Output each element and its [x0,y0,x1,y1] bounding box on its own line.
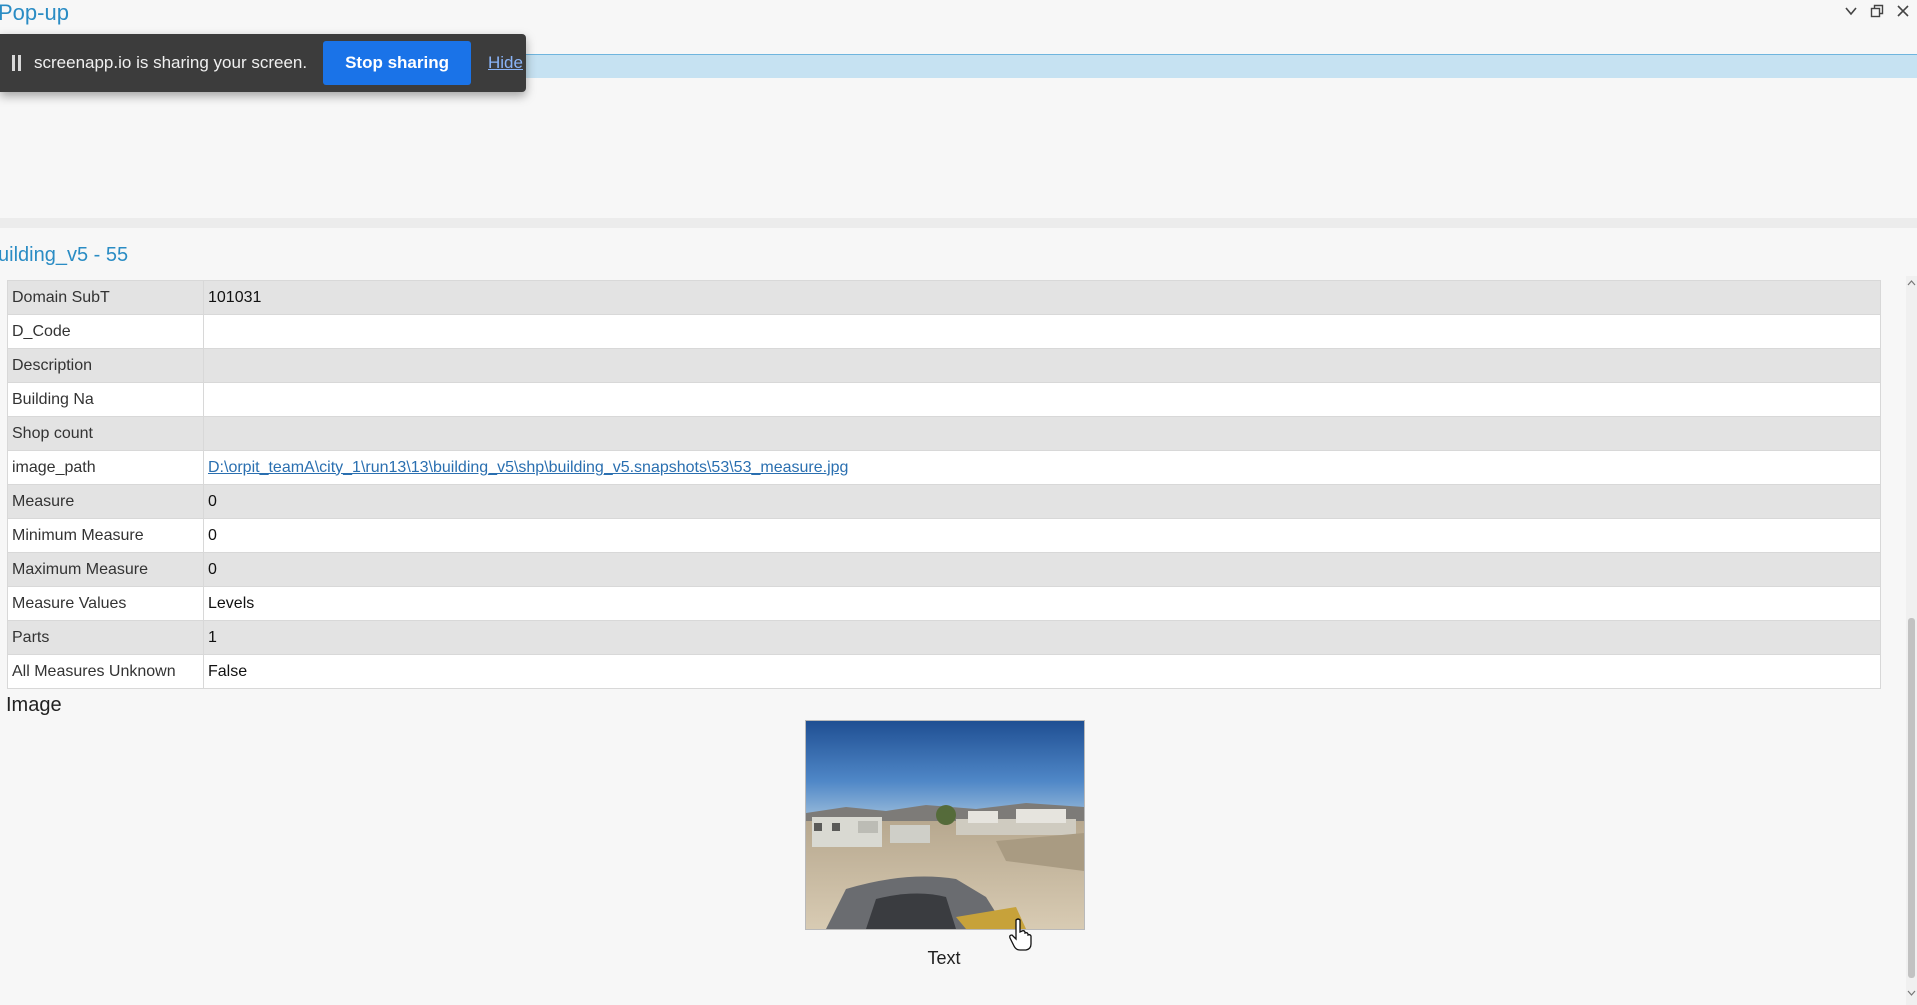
field-name: Parts [7,620,204,655]
field-name: All Measures Unknown [7,654,204,689]
chevron-down-icon[interactable] [1843,3,1859,19]
table-row: Measure 0 [7,484,1881,519]
field-name: Building Na [7,382,204,417]
image-heading: Image [6,694,62,716]
field-name: Shop count [7,416,204,451]
field-value [203,314,1881,349]
field-name: Minimum Measure [7,518,204,553]
field-value [203,416,1881,451]
table-row: Building Na [7,382,1881,417]
scrollbar-thumb[interactable] [1908,618,1915,978]
restore-window-icon[interactable] [1869,3,1885,19]
field-value [203,382,1881,417]
table-row: Maximum Measure 0 [7,552,1881,587]
field-value: D:\orpit_teamA\city_1\run13\13\building_… [203,450,1881,485]
screen-sharing-notice: screenapp.io is sharing your screen. Sto… [0,34,526,92]
hand-cursor-icon [1008,918,1034,957]
field-value [203,348,1881,383]
table-row: Minimum Measure 0 [7,518,1881,553]
sharing-message: screenapp.io is sharing your screen. [34,53,308,72]
table-row: All Measures Unknown False [7,654,1881,689]
pane-title: Pop-up [0,0,69,25]
field-name: image_path [7,450,204,485]
attribute-table: Domain SubT 101031 D_Code Description Bu… [7,280,1881,689]
table-row: D_Code [7,314,1881,349]
stop-sharing-button[interactable]: Stop sharing [323,41,471,85]
table-row: Domain SubT 101031 [7,280,1881,315]
feature-list-area [0,78,1917,218]
table-row: Parts 1 [7,620,1881,655]
field-value: Levels [203,586,1881,621]
field-value: 0 [203,518,1881,553]
table-row: Description [7,348,1881,383]
feature-title[interactable]: uilding_v5 - 55 [0,244,128,267]
field-name: Maximum Measure [7,552,204,587]
field-value: False [203,654,1881,689]
scroll-down-icon[interactable] [1906,986,1917,998]
field-value: 0 [203,484,1881,519]
table-row: Measure Values Levels [7,586,1881,621]
scroll-up-icon[interactable] [1906,276,1917,288]
field-value: 0 [203,552,1881,587]
table-row: Shop count [7,416,1881,451]
snapshot-image[interactable] [805,720,1085,930]
field-value: 1 [203,620,1881,655]
hide-link[interactable]: Hide [488,53,523,73]
image-path-link[interactable]: D:\orpit_teamA\city_1\run13\13\building_… [208,459,848,476]
close-icon[interactable] [1895,3,1911,19]
field-value: 101031 [203,280,1881,315]
field-name: Description [7,348,204,383]
pause-icon [12,55,24,71]
field-name: Measure [7,484,204,519]
image-caption: Text [927,948,961,968]
window-controls [1843,0,1917,22]
field-name: Measure Values [7,586,204,621]
table-row: image_path D:\orpit_teamA\city_1\run13\1… [7,450,1881,485]
field-name: Domain SubT [7,280,204,315]
field-name: D_Code [7,314,204,349]
pane-divider[interactable] [0,218,1917,228]
